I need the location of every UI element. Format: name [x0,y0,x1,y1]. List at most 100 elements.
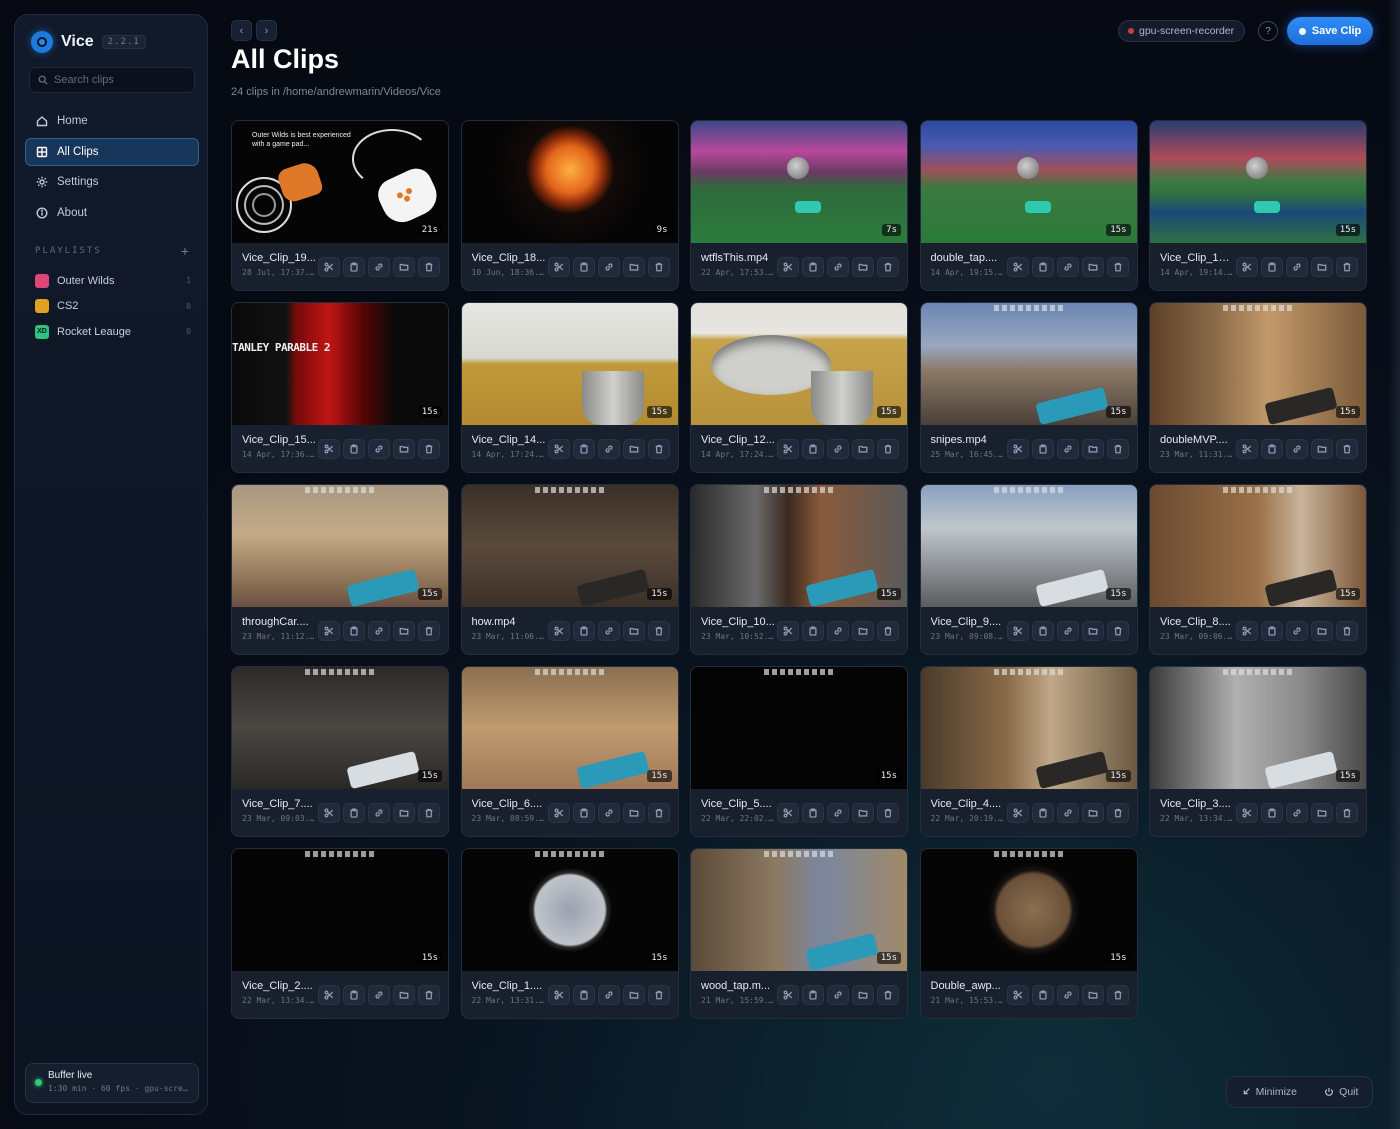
trash-button[interactable] [1336,257,1358,277]
clipboard-button[interactable] [572,985,595,1005]
trash-button[interactable] [418,621,440,641]
folder-button[interactable] [1311,257,1333,277]
clip-thumbnail[interactable]: Outer Wilds is best experienced with a g… [232,121,448,243]
trash-button[interactable] [877,439,899,459]
folder-button[interactable] [393,439,415,459]
clipboard-button[interactable] [572,803,595,823]
link-button[interactable] [368,621,390,641]
trash-button[interactable] [647,621,670,641]
link-button[interactable] [1056,621,1079,641]
clipboard-button[interactable] [1031,439,1054,459]
clip-card[interactable]: 15s Vice_Clip_10... 23 Mar, 10:52... [690,484,908,655]
trash-button[interactable] [418,985,440,1005]
clip-card[interactable]: 15s double_tap.... 14 Apr, 19:15... [919,120,1138,291]
folder-button[interactable] [393,803,415,823]
link-button[interactable] [1286,621,1308,641]
trim-button[interactable] [777,257,799,277]
folder-button[interactable] [1081,803,1104,823]
trim-button[interactable] [1236,257,1258,277]
trash-button[interactable] [418,439,440,459]
clip-thumbnail[interactable]: 15s [920,485,1137,608]
clipboard-button[interactable] [1031,257,1054,277]
trim-button[interactable] [318,803,340,823]
sidebar-item-home[interactable]: Home [25,107,199,135]
folder-button[interactable] [622,985,645,1005]
search-box[interactable] [29,67,195,93]
clip-card[interactable]: 15s how.mp4 23 Mar, 11:06... [460,484,679,655]
folder-button[interactable] [393,621,415,641]
folder-button[interactable] [622,439,645,459]
clipboard-button[interactable] [343,257,365,277]
clip-thumbnail[interactable]: 15s [461,849,678,971]
playlist-item[interactable]: Outer Wilds 1 [35,268,191,294]
sidebar-item-about[interactable]: About [25,199,199,227]
folder-button[interactable] [852,621,874,641]
playlist-item[interactable]: CS2 0 [35,294,191,320]
clip-thumbnail[interactable]: 15s [691,303,907,425]
trash-button[interactable] [647,439,670,459]
trim-button[interactable] [1236,803,1258,823]
save-clip-button[interactable]: Save Clip [1287,17,1373,45]
clip-card[interactable]: 15s doubleMVP.... 23 Mar, 11:31... [1149,302,1367,473]
clipboard-button[interactable] [1261,257,1283,277]
clip-thumbnail[interactable]: 15s [1150,121,1366,243]
trash-button[interactable] [1336,439,1358,459]
clip-thumbnail[interactable]: 15s [691,667,907,789]
link-button[interactable] [368,803,390,823]
clipboard-button[interactable] [1261,621,1283,641]
trash-button[interactable] [1106,621,1129,641]
clip-card[interactable]: Outer Wilds is best experienced with a g… [231,120,449,291]
trash-button[interactable] [877,985,899,1005]
clip-card[interactable]: 15s Vice_Clip_2.... 22 Mar, 13:34... [231,848,449,1019]
trash-button[interactable] [1336,803,1358,823]
clip-card[interactable]: 15s wood_tap.m... 21 Mar, 15:59... [690,848,908,1019]
clip-thumbnail[interactable]: 15s [461,303,678,425]
quit-button[interactable]: Quit [1324,1086,1358,1098]
folder-button[interactable] [852,257,874,277]
sidebar-item-settings[interactable]: Settings [25,168,199,196]
trash-button[interactable] [877,803,899,823]
clipboard-button[interactable] [572,621,595,641]
folder-button[interactable] [1311,621,1333,641]
help-button[interactable]: ? [1258,21,1278,41]
clipboard-button[interactable] [1261,439,1283,459]
folder-button[interactable] [852,439,874,459]
folder-button[interactable] [393,257,415,277]
clip-card[interactable]: 15s Vice_Clip_6.... 23 Mar, 08:59... [460,666,679,837]
clip-card[interactable]: 15s Vice_Clip_17.... 14 Apr, 19:14... [1149,120,1367,291]
trim-button[interactable] [1236,621,1258,641]
trim-button[interactable] [547,985,570,1005]
clipboard-button[interactable] [572,257,595,277]
folder-button[interactable] [1081,985,1104,1005]
trash-button[interactable] [1106,985,1129,1005]
clipboard-button[interactable] [1031,803,1054,823]
clip-thumbnail[interactable]: 15s [920,121,1137,243]
clip-thumbnail[interactable]: 15s [920,303,1137,426]
trim-button[interactable] [1006,803,1029,823]
link-button[interactable] [368,439,390,459]
trim-button[interactable] [547,621,570,641]
clip-card[interactable]: TANLEY PARABLE 2 15s Vice_Clip_15... 14 Apr… [231,302,449,473]
folder-button[interactable] [622,803,645,823]
trash-button[interactable] [1106,439,1129,459]
trim-button[interactable] [318,621,340,641]
clip-thumbnail[interactable]: 15s [461,667,678,790]
clip-card[interactable]: 7s wtflsThis.mp4 22 Apr, 17:53... [690,120,908,291]
trash-button[interactable] [647,803,670,823]
link-button[interactable] [1056,985,1079,1005]
folder-button[interactable] [622,257,645,277]
minimize-button[interactable]: Minimize [1241,1086,1297,1098]
clipboard-button[interactable] [802,803,824,823]
link-button[interactable] [1056,803,1079,823]
link-button[interactable] [368,257,390,277]
clip-thumbnail[interactable]: 15s [1150,485,1366,608]
clipboard-button[interactable] [802,439,824,459]
trash-button[interactable] [1336,621,1358,641]
link-button[interactable] [827,621,849,641]
add-playlist-icon[interactable]: + [181,243,189,259]
clipboard-button[interactable] [572,439,595,459]
link-button[interactable] [597,985,620,1005]
folder-button[interactable] [1311,439,1333,459]
clipboard-button[interactable] [802,257,824,277]
clip-thumbnail[interactable]: 7s [691,121,907,243]
